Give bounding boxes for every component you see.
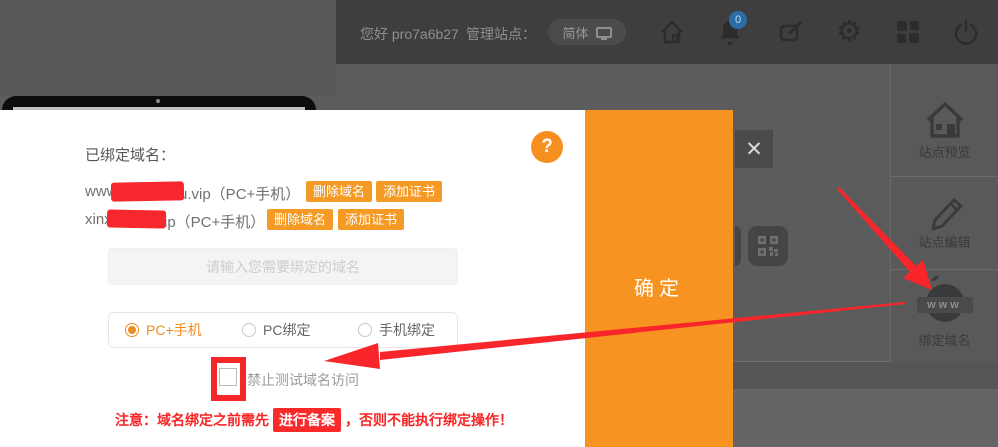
- confirm-button[interactable]: 确定: [585, 110, 733, 447]
- filing-record-link[interactable]: 进行备案: [273, 408, 341, 432]
- language-label: 简体: [562, 23, 588, 42]
- delete-domain-button[interactable]: 删除域名: [306, 181, 372, 202]
- domain-text-post: ip（PC+手机）: [164, 211, 265, 232]
- add-certificate-button[interactable]: 添加证书: [376, 181, 442, 202]
- delete-domain-button[interactable]: 删除域名: [267, 209, 333, 230]
- redaction-scribble: [111, 181, 184, 201]
- confirm-button-label: 确定: [585, 272, 733, 301]
- site-sidebar: 站点预览 站点编辑 www 绑定域名: [890, 64, 998, 362]
- note-suffix: ，否则不能执行绑定操作！: [345, 410, 513, 430]
- background-band-light: [733, 389, 998, 447]
- sidebar-item-label: 站点预览: [891, 142, 998, 161]
- settings-gear-icon[interactable]: ⚙: [834, 17, 864, 47]
- forbid-test-domain-label: 禁止测试域名访问: [247, 370, 359, 390]
- bind-type-radio-group: PC+手机 PC绑定 手机绑定: [108, 312, 458, 348]
- close-icon[interactable]: ✕: [735, 130, 773, 168]
- redaction-scribble: [107, 209, 166, 228]
- note-prefix: 注意：域名绑定之前需先: [115, 410, 269, 430]
- radio-selected-icon: [125, 323, 139, 337]
- add-certificate-button[interactable]: 添加证书: [338, 209, 404, 230]
- page-top-left-area: [0, 0, 336, 96]
- forbid-test-domain-checkbox[interactable]: [219, 368, 237, 386]
- radio-pc-plus-mobile[interactable]: PC+手机: [125, 313, 202, 347]
- background-band-dark: [733, 362, 998, 389]
- bound-domains-title: 已绑定域名：: [85, 144, 175, 165]
- domain-text-post: u.vip（PC+手机）: [179, 183, 300, 204]
- sidebar-item-site-edit[interactable]: 站点编辑: [891, 177, 998, 270]
- qr-code-button[interactable]: [748, 226, 788, 266]
- home-icon[interactable]: [657, 17, 687, 47]
- hidden-button-sliver: [735, 226, 741, 266]
- sidebar-item-label: 绑定域名: [891, 330, 998, 349]
- notification-count-badge: 0: [729, 11, 747, 29]
- monitor-icon: [596, 27, 612, 38]
- domain-input[interactable]: [108, 248, 458, 285]
- sidebar-item-label: 站点编辑: [891, 232, 998, 251]
- radio-icon: [242, 323, 256, 337]
- sidebar-item-site-preview[interactable]: 站点预览: [891, 64, 998, 177]
- radio-icon: [358, 323, 372, 337]
- binding-note: 注意：域名绑定之前需先 进行备案 ，否则不能执行绑定操作！: [115, 408, 513, 432]
- tablet-camera-dot: [156, 99, 160, 103]
- greeting-text: 您好 pro7a6b27: [360, 24, 459, 44]
- power-logout-icon[interactable]: [951, 17, 981, 47]
- manage-site-label: 管理站点：: [466, 24, 536, 44]
- radio-pc-bind[interactable]: PC绑定: [242, 313, 310, 347]
- www-globe-icon: www: [917, 280, 973, 326]
- sidebar-item-bind-domain[interactable]: www 绑定域名: [891, 270, 998, 362]
- qr-code-icon: [758, 236, 778, 256]
- radio-mobile-bind[interactable]: 手机绑定: [358, 313, 435, 347]
- edit-compose-icon[interactable]: [776, 17, 806, 47]
- apps-grid-icon[interactable]: [893, 17, 923, 47]
- help-icon[interactable]: ?: [531, 131, 563, 163]
- language-toggle-button[interactable]: 简体: [548, 19, 626, 45]
